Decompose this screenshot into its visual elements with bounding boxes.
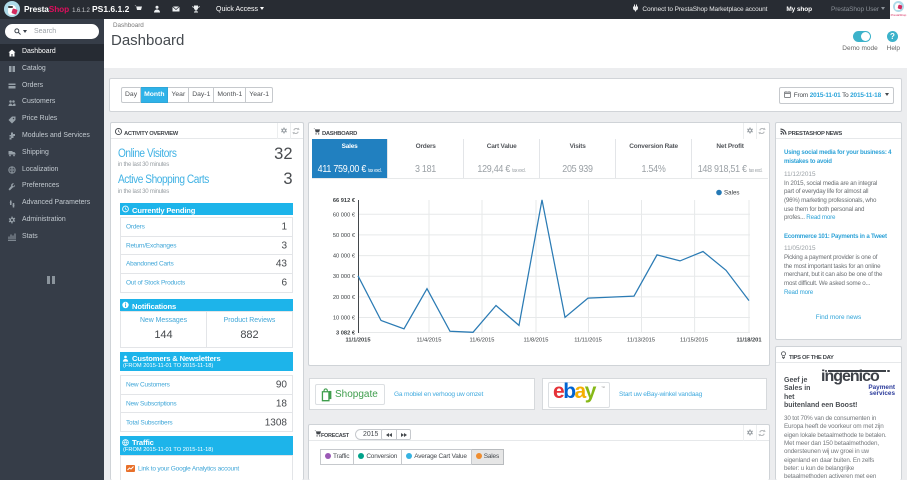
- svg-text:10 000 €: 10 000 €: [333, 316, 356, 322]
- svg-text:11/8/2015: 11/8/2015: [524, 338, 549, 344]
- svg-text:11/13/2015: 11/13/2015: [627, 338, 655, 344]
- svg-text:50 000 €: 50 000 €: [333, 233, 356, 239]
- svg-text:11/11/2015: 11/11/2015: [574, 338, 602, 344]
- svg-text:66 912 €: 66 912 €: [333, 198, 356, 204]
- svg-text:11/18/201: 11/18/201: [737, 338, 762, 344]
- svg-text:3 082 €: 3 082 €: [336, 331, 356, 337]
- svg-text:11/4/2015: 11/4/2015: [417, 338, 442, 344]
- svg-text:11/6/2015: 11/6/2015: [470, 338, 495, 344]
- svg-text:20 000 €: 20 000 €: [333, 295, 356, 301]
- svg-text:11/15/2015: 11/15/2015: [680, 338, 708, 344]
- svg-text:30 000 €: 30 000 €: [333, 274, 356, 280]
- svg-text:60 000 €: 60 000 €: [333, 212, 356, 218]
- svg-text:Sales: Sales: [724, 190, 739, 197]
- svg-text:11/1/2015: 11/1/2015: [346, 338, 371, 344]
- svg-text:40 000 €: 40 000 €: [333, 254, 356, 260]
